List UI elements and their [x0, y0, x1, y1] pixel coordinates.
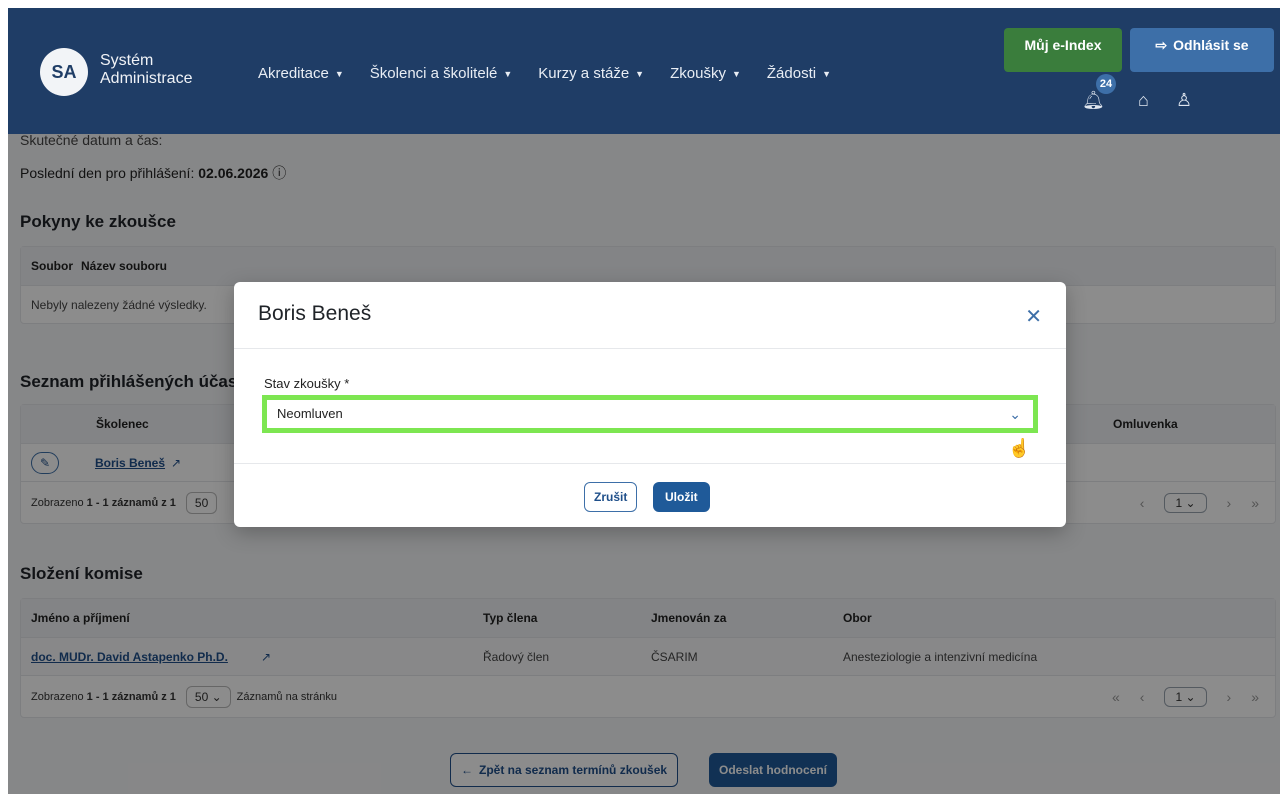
- hand-cursor-icon: ☝: [1008, 438, 1031, 458]
- nav-kurzy[interactable]: Kurzy a stáže ▼: [538, 65, 644, 82]
- modal-divider: [234, 463, 1066, 464]
- caret-down-icon: ▼: [635, 68, 645, 79]
- nav-label: Školenci a školitelé: [369, 65, 498, 82]
- exam-status-select[interactable]: Neomluven ⌄: [262, 395, 1038, 433]
- my-index-button[interactable]: Můj e-Index: [1004, 28, 1122, 72]
- frame-top: [0, 0, 1280, 8]
- logo-text[interactable]: Systém Administrace: [100, 52, 192, 88]
- logout-icon: ⇨: [1155, 37, 1168, 53]
- modal-divider: [234, 348, 1066, 349]
- caret-down-icon: ▼: [503, 68, 513, 79]
- logo-badge[interactable]: SA: [40, 48, 88, 96]
- nav-label: Akreditace: [258, 65, 329, 82]
- user-icon[interactable]: ♙: [1176, 90, 1192, 111]
- caret-down-icon: ▼: [731, 68, 741, 79]
- close-icon[interactable]: ✕: [1025, 304, 1042, 329]
- nav-akreditace[interactable]: Akreditace ▼: [258, 65, 344, 82]
- edit-status-modal: Boris Beneš ✕ Stav zkoušky * Neomluven ⌄…: [234, 282, 1066, 527]
- home-icon[interactable]: ⌂: [1138, 90, 1149, 111]
- nav-zkousky[interactable]: Zkoušky ▼: [670, 65, 741, 82]
- nav-label: Kurzy a stáže: [538, 65, 630, 82]
- cancel-button[interactable]: Zrušit: [584, 482, 638, 512]
- logo-line2: Administrace: [100, 70, 193, 87]
- modal-title: Boris Beneš: [258, 302, 372, 325]
- logout-button[interactable]: ⇨ Odhlásit se: [1130, 28, 1274, 72]
- exam-status-value: Neomluven: [277, 406, 343, 421]
- nav-skolenci[interactable]: Školenci a školitelé ▼: [370, 65, 513, 82]
- main-nav: Akreditace ▼ Školenci a školitelé ▼ Kurzy …: [258, 65, 831, 82]
- nav-zadosti[interactable]: Žádosti ▼: [767, 65, 831, 82]
- logout-label: Odhlásit se: [1173, 37, 1249, 53]
- nav-label: Zkoušky: [670, 65, 726, 82]
- caret-down-icon: ▼: [822, 68, 831, 79]
- caret-down-icon: ▼: [334, 68, 344, 79]
- nav-label: Žádosti: [766, 65, 817, 82]
- save-button[interactable]: Uložit: [653, 482, 710, 512]
- notification-badge: 24: [1096, 74, 1116, 94]
- exam-status-label: Stav zkoušky *: [264, 376, 350, 391]
- logo-line1: Systém: [100, 52, 154, 69]
- chevron-down-icon: ⌄: [1009, 406, 1021, 422]
- header: SA Systém Administrace Akreditace ▼ Škole…: [8, 8, 1280, 134]
- frame-left: [0, 0, 8, 794]
